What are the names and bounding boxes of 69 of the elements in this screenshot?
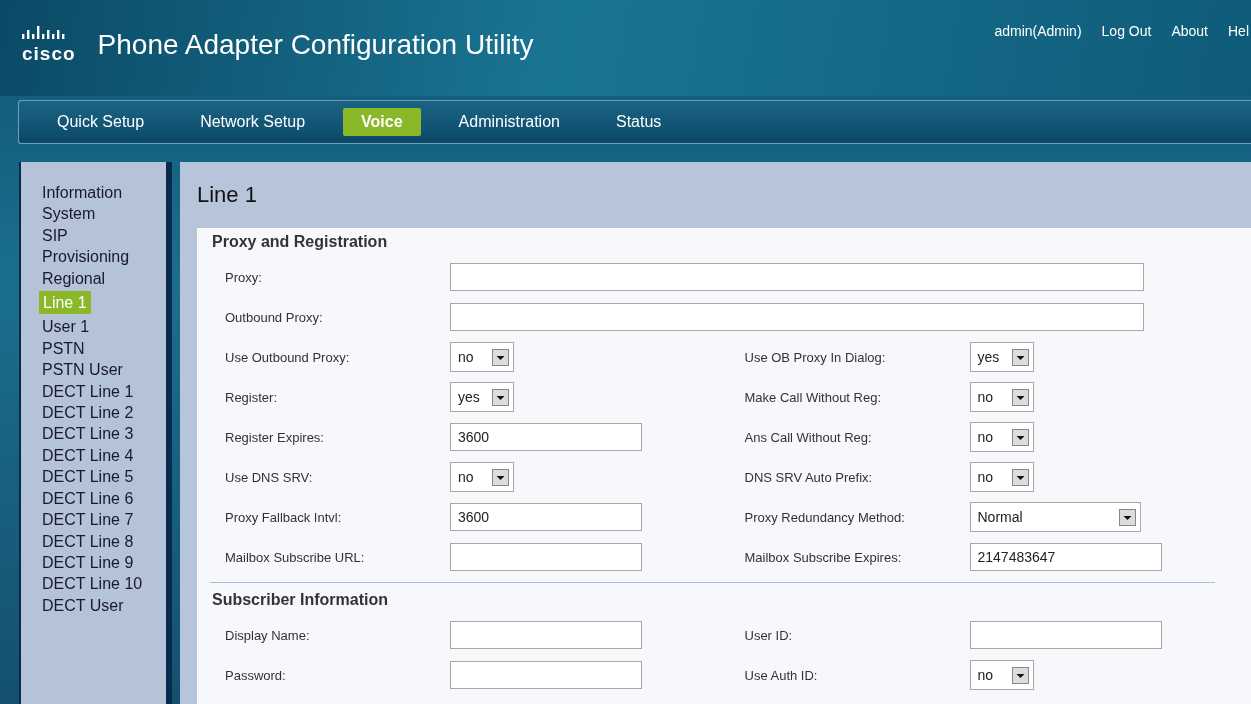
- sidebar-item[interactable]: DECT Line 10: [39, 573, 146, 595]
- header-link[interactable]: Log Out: [1101, 23, 1152, 39]
- sidebar-item[interactable]: DECT Line 9: [39, 551, 137, 574]
- input-field[interactable]: 3600: [450, 503, 642, 531]
- input-field[interactable]: [450, 621, 642, 649]
- section-title: Subscriber Information: [212, 591, 390, 610]
- input-field[interactable]: [969, 621, 1162, 649]
- sidebar-item[interactable]: DECT Line 6: [39, 487, 137, 510]
- field-label: Make Call Without Reg:: [743, 389, 883, 405]
- dropdown[interactable]: no: [969, 660, 1034, 690]
- sidebar-item[interactable]: User 1: [39, 316, 93, 338]
- sidebar-item[interactable]: DECT User: [39, 594, 127, 617]
- app-title: Phone Adapter Configuration Utility: [97, 28, 534, 61]
- section-title: Proxy and Registration: [212, 233, 389, 252]
- sidebar-item[interactable]: DECT Line 4: [39, 444, 137, 467]
- field-label: Proxy:: [224, 269, 263, 285]
- field-label: Mailbox Subscribe URL:: [224, 549, 366, 565]
- input-field[interactable]: [450, 303, 1144, 331]
- field-label: Use Outbound Proxy:: [224, 349, 351, 365]
- sidebar-item[interactable]: Information: [39, 182, 126, 204]
- nav-tab[interactable]: Status: [597, 108, 680, 136]
- input-field[interactable]: [450, 543, 642, 571]
- dropdown[interactable]: no: [969, 422, 1034, 452]
- input-field[interactable]: [450, 263, 1144, 291]
- field-label: Use DNS SRV:: [224, 469, 314, 485]
- field-label: Outbound Proxy:: [224, 309, 324, 325]
- header-link[interactable]: Hel: [1228, 23, 1249, 39]
- sidebar-item[interactable]: Regional: [39, 267, 109, 290]
- page-title: Line 1: [196, 181, 258, 209]
- field-label: User ID:: [743, 627, 794, 643]
- dropdown[interactable]: no: [969, 382, 1034, 412]
- field-label: Register:: [224, 389, 279, 405]
- sidebar-item[interactable]: DECT Line 1: [39, 380, 137, 403]
- field-label: Use Auth ID:: [743, 667, 819, 683]
- sidebar-item[interactable]: SIP: [39, 224, 71, 247]
- dropdown[interactable]: yes: [450, 382, 514, 412]
- sidebar-item[interactable]: System: [39, 203, 99, 225]
- field-label: Register Expires:: [224, 429, 325, 445]
- field-label: Proxy Redundancy Method:: [743, 509, 906, 525]
- field-label: Mailbox Subscribe Expires:: [743, 549, 903, 565]
- dropdown[interactable]: no: [450, 462, 514, 492]
- input-field[interactable]: [450, 661, 642, 689]
- sidebar-item[interactable]: DECT Line 7: [39, 509, 137, 531]
- sidebar-item[interactable]: DECT Line 8: [39, 530, 137, 552]
- sidebar-item[interactable]: DECT Line 3: [39, 423, 137, 445]
- sidebar-item[interactable]: PSTN: [39, 337, 88, 360]
- field-label: DNS SRV Auto Prefix:: [743, 469, 874, 485]
- sidebar-item[interactable]: Provisioning: [39, 246, 133, 268]
- field-label: Ans Call Without Reg:: [743, 429, 873, 445]
- logo-text: cisco: [22, 44, 76, 63]
- input-field[interactable]: 3600: [450, 423, 642, 451]
- sidebar-item[interactable]: DECT Line 2: [39, 402, 137, 424]
- nav-tab[interactable]: Administration: [440, 108, 578, 136]
- field-label: Use OB Proxy In Dialog:: [743, 349, 887, 365]
- header-link[interactable]: admin(Admin): [994, 23, 1082, 39]
- dropdown[interactable]: Normal: [969, 502, 1141, 532]
- field-label: Password:: [224, 667, 287, 683]
- dropdown[interactable]: yes: [969, 342, 1034, 372]
- sidebar-item[interactable]: DECT Line 5: [39, 466, 137, 488]
- nav-tab[interactable]: Quick Setup: [39, 108, 163, 136]
- header-link[interactable]: About: [1171, 23, 1208, 39]
- field-label: Proxy Fallback Intvl:: [224, 509, 343, 525]
- logo-bars-icon: [22, 26, 66, 42]
- field-label: Display Name:: [224, 627, 311, 643]
- dropdown[interactable]: no: [450, 342, 514, 372]
- nav-tab[interactable]: Network Setup: [182, 108, 324, 136]
- input-field[interactable]: 2147483647: [969, 543, 1162, 571]
- dropdown[interactable]: no: [969, 462, 1034, 492]
- sidebar-item[interactable]: PSTN User: [39, 359, 126, 381]
